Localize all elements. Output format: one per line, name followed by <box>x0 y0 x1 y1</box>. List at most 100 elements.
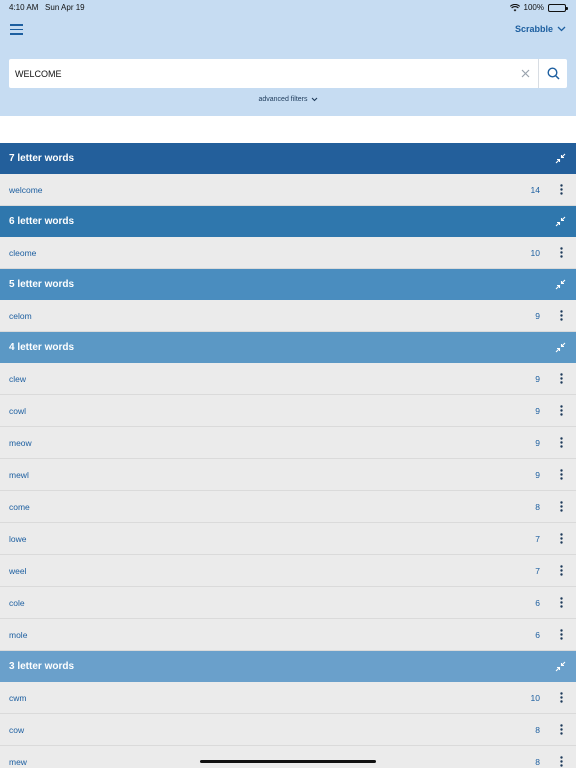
group-header: 3 letter words <box>0 651 576 682</box>
more-vertical-icon <box>559 247 563 258</box>
more-options-button[interactable] <box>549 495 573 519</box>
status-time: 4:10 AM Sun Apr 19 <box>9 3 85 12</box>
word-text: celom <box>9 310 32 321</box>
more-vertical-icon <box>559 724 563 735</box>
word-row[interactable]: mole 6 <box>0 619 576 651</box>
more-options-button[interactable] <box>549 591 573 615</box>
status-right: 100% <box>509 3 568 12</box>
group-header: 5 letter words <box>0 269 576 300</box>
status-clock: 4:10 AM <box>9 3 39 12</box>
more-options-button[interactable] <box>549 623 573 647</box>
battery-percent: 100% <box>523 3 544 12</box>
word-row[interactable]: mewl 9 <box>0 459 576 491</box>
more-vertical-icon <box>559 405 563 416</box>
group-header: 4 letter words <box>0 332 576 363</box>
word-score: 8 <box>535 756 540 767</box>
more-vertical-icon <box>559 629 563 640</box>
word-row[interactable]: welcome 14 <box>0 174 576 206</box>
word-row[interactable]: clew 9 <box>0 363 576 395</box>
more-options-button[interactable] <box>549 750 573 768</box>
more-vertical-icon <box>559 310 563 321</box>
collapse-button[interactable] <box>553 660 567 674</box>
more-vertical-icon <box>559 597 563 608</box>
more-vertical-icon <box>559 533 563 544</box>
more-options-button[interactable] <box>549 399 573 423</box>
word-score: 9 <box>535 405 540 416</box>
collapse-button[interactable] <box>553 341 567 355</box>
word-score: 9 <box>535 310 540 321</box>
collapse-icon <box>555 153 565 164</box>
group-header: 7 letter words <box>0 143 576 174</box>
more-options-button[interactable] <box>549 527 573 551</box>
dictionary-select[interactable]: Scrabble <box>515 24 566 34</box>
more-options-button[interactable] <box>549 463 573 487</box>
word-score: 9 <box>535 469 540 480</box>
search-bar <box>9 59 567 88</box>
more-options-button[interactable] <box>549 241 573 265</box>
battery-icon <box>548 3 568 12</box>
word-list: 7 letter words welcome 14 6 letter words cle… <box>0 143 576 768</box>
more-options-button[interactable] <box>549 431 573 455</box>
collapse-button[interactable] <box>553 152 567 166</box>
word-row[interactable]: weel 7 <box>0 555 576 587</box>
collapse-button[interactable] <box>553 278 567 292</box>
clear-button[interactable] <box>512 59 538 88</box>
word-text: lowe <box>9 533 27 544</box>
word-row[interactable]: cow 8 <box>0 714 576 746</box>
group-title: 4 letter words <box>9 342 75 353</box>
word-row[interactable]: cowl 9 <box>0 395 576 427</box>
word-text: meow <box>9 437 32 448</box>
word-row[interactable]: come 8 <box>0 491 576 523</box>
more-options-button[interactable] <box>549 559 573 583</box>
word-row[interactable]: celom 9 <box>0 300 576 332</box>
word-score: 7 <box>535 565 540 576</box>
dictionary-label: Scrabble <box>514 24 553 34</box>
chevron-down-icon <box>311 97 317 102</box>
wifi-icon <box>509 3 520 11</box>
advanced-filters-toggle[interactable]: advanced filters <box>0 96 576 103</box>
word-text: clew <box>9 373 27 384</box>
group-header: 6 letter words <box>0 206 576 237</box>
collapse-icon <box>555 279 565 290</box>
word-text: cowl <box>9 405 27 416</box>
advanced-filters-label: advanced filters <box>258 96 308 103</box>
more-options-button[interactable] <box>549 718 573 742</box>
word-text: cleome <box>9 247 37 258</box>
word-score: 8 <box>535 724 540 735</box>
word-score: 14 <box>530 184 540 195</box>
word-row[interactable]: lowe 7 <box>0 523 576 555</box>
top-bar: 4:10 AM Sun Apr 19 100% Scrabble advance… <box>0 0 576 116</box>
more-vertical-icon <box>559 756 563 767</box>
menu-icon[interactable] <box>10 24 23 35</box>
word-score: 7 <box>535 533 540 544</box>
word-row[interactable]: mew 8 <box>0 746 576 768</box>
home-indicator[interactable] <box>200 760 376 763</box>
word-score: 8 <box>535 501 540 512</box>
word-score: 10 <box>530 247 540 258</box>
more-options-button[interactable] <box>549 686 573 710</box>
search-icon <box>546 67 560 80</box>
word-text: come <box>9 501 30 512</box>
word-text: cwm <box>9 692 27 703</box>
word-row[interactable]: meow 9 <box>0 427 576 459</box>
group-title: 3 letter words <box>9 661 75 672</box>
word-score: 6 <box>535 629 540 640</box>
more-vertical-icon <box>559 373 563 384</box>
more-options-button[interactable] <box>549 178 573 202</box>
search-input[interactable] <box>9 59 512 88</box>
collapse-icon <box>555 216 565 227</box>
status-date: Sun Apr 19 <box>45 3 85 12</box>
more-vertical-icon <box>559 565 563 576</box>
more-vertical-icon <box>559 184 563 195</box>
group-title: 6 letter words <box>9 216 75 227</box>
word-text: weel <box>9 565 27 576</box>
group-title: 5 letter words <box>9 279 75 290</box>
word-row[interactable]: cole 6 <box>0 587 576 619</box>
more-options-button[interactable] <box>549 367 573 391</box>
collapse-button[interactable] <box>553 215 567 229</box>
word-score: 9 <box>535 373 540 384</box>
word-row[interactable]: cwm 10 <box>0 682 576 714</box>
search-button[interactable] <box>539 59 567 88</box>
more-options-button[interactable] <box>549 304 573 328</box>
word-row[interactable]: cleome 10 <box>0 237 576 269</box>
